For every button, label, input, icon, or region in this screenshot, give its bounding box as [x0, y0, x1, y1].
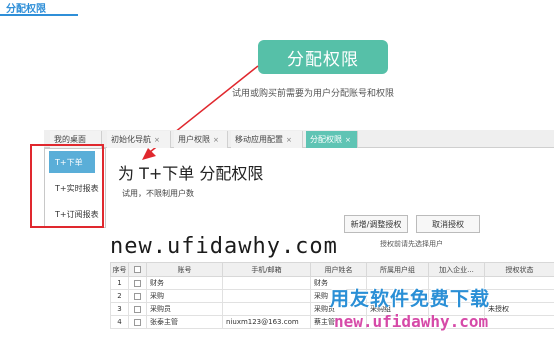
hero-subtitle: 试用或购买前需要为用户分配账号和权限 — [232, 89, 395, 99]
row-checkbox-cell[interactable] — [128, 302, 147, 316]
cell-contact — [222, 302, 311, 316]
tab-init-guide[interactable]: 初始化导航 × — [107, 131, 171, 148]
cell-status — [484, 289, 554, 303]
cell-account: 采购员 — [146, 302, 223, 316]
row-checkbox[interactable] — [134, 318, 141, 326]
close-icon[interactable]: × — [345, 136, 351, 144]
row-checkbox[interactable] — [134, 305, 141, 313]
tab-mobile-config[interactable]: 移动应用配置 × — [231, 131, 303, 148]
row-checkbox[interactable] — [134, 279, 141, 287]
col-header-username: 用户姓名 — [310, 262, 367, 277]
watermark-url: new.ufidawhy.com — [110, 234, 338, 259]
col-header-group: 所属用户组 — [366, 262, 429, 277]
tab-label: 分配权限 — [310, 135, 342, 144]
tab-user-permission[interactable]: 用户权限 × — [174, 131, 228, 148]
col-header-contact: 手机/邮箱 — [222, 262, 311, 277]
cell-contact: niuxm123@163.com — [222, 315, 311, 329]
cell-status: 未授权 — [484, 302, 554, 316]
cell-index: 3 — [110, 302, 129, 316]
close-icon[interactable]: × — [154, 136, 160, 144]
col-header-account: 账号 — [146, 262, 223, 277]
auth-hint: 授权前请先选择用户 — [380, 240, 443, 248]
cell-contact — [222, 276, 311, 290]
cell-index: 2 — [110, 289, 129, 303]
cell-index: 4 — [110, 315, 129, 329]
tab-label: 初始化导航 — [111, 135, 151, 144]
row-checkbox-cell[interactable] — [128, 276, 147, 290]
row-checkbox[interactable] — [134, 292, 141, 300]
cell-account: 采购 — [146, 289, 223, 303]
cell-account: 财务 — [146, 276, 223, 290]
cell-status — [484, 315, 554, 329]
cancel-auth-button[interactable]: 取消授权 — [416, 215, 480, 233]
col-header-status: 授权状态 — [484, 262, 554, 277]
cell-status — [484, 276, 554, 290]
close-icon[interactable]: × — [213, 136, 219, 144]
table-header-row: 序号 账号 手机/邮箱 用户姓名 所属用户组 加入企业... 授权状态 — [110, 262, 554, 277]
tab-label: 用户权限 — [178, 135, 210, 144]
row-checkbox-cell[interactable] — [128, 289, 147, 303]
col-header-join: 加入企业... — [428, 262, 485, 277]
col-header-select[interactable] — [128, 262, 147, 277]
highlight-box — [30, 144, 104, 228]
close-icon[interactable]: × — [286, 136, 292, 144]
row-checkbox-cell[interactable] — [128, 315, 147, 329]
brand-watermark-url: new.ufidawhy.com — [334, 312, 489, 331]
add-adjust-auth-button[interactable]: 新增/调整授权 — [344, 215, 408, 233]
header-underline — [0, 14, 78, 16]
assign-permission-button[interactable]: 分配权限 — [258, 40, 388, 74]
cell-account: 张泰主管 — [146, 315, 223, 329]
page-title: 为 T+下单 分配权限 — [118, 164, 264, 183]
select-all-checkbox[interactable] — [134, 266, 141, 273]
cell-index: 1 — [110, 276, 129, 290]
page-note: 试用，不限制用户数 — [122, 189, 194, 198]
col-header-index: 序号 — [110, 262, 129, 277]
brand-watermark-cn: 用友软件免费下载 — [330, 288, 491, 310]
cell-contact — [222, 289, 311, 303]
tab-label: 移动应用配置 — [235, 135, 283, 144]
tab-assign-permission[interactable]: 分配权限 × — [306, 131, 358, 148]
